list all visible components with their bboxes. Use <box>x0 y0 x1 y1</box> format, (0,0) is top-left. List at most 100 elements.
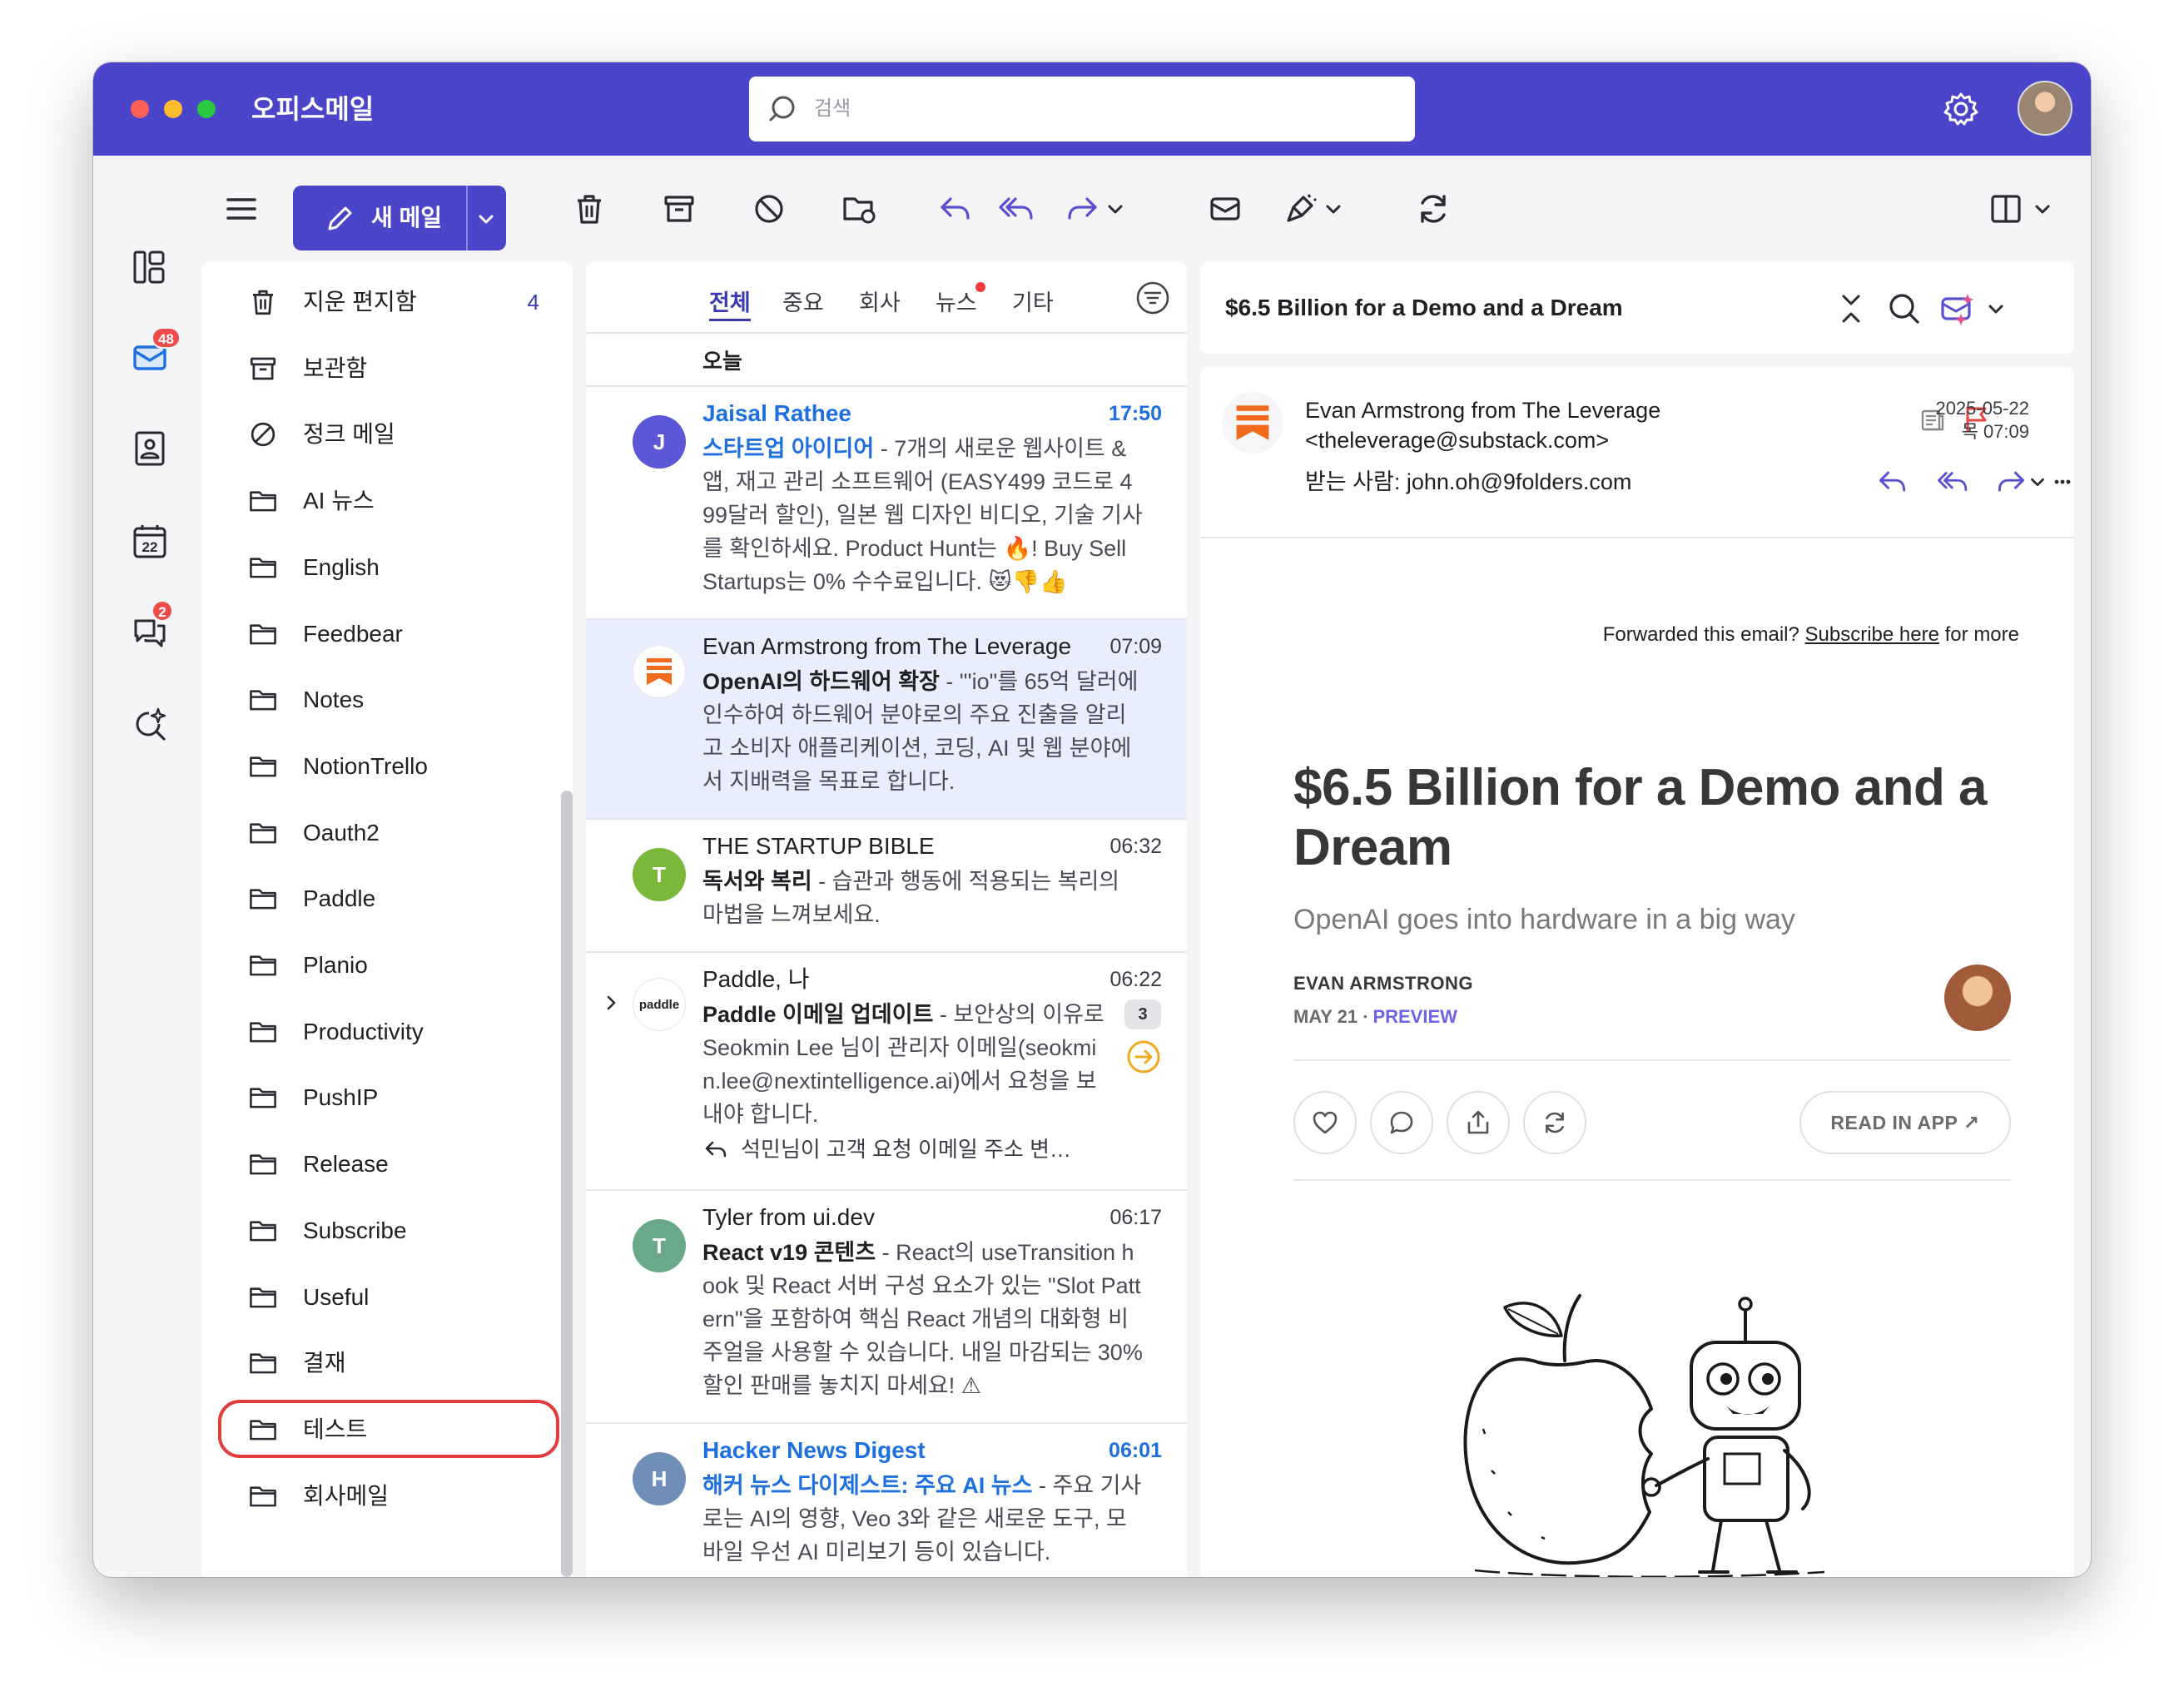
folder-item[interactable]: 지운 편지함 4 <box>218 272 559 330</box>
article-illustration-robot-apple <box>1458 1262 1849 1577</box>
mark-unread-envelope-icon[interactable] <box>1202 186 1248 232</box>
sender-avatar: T <box>633 1219 686 1272</box>
toolbar: 새 메일 <box>93 156 2091 262</box>
minimize-window-button[interactable] <box>164 100 182 118</box>
new-mail-options-chevron-icon[interactable] <box>474 207 498 231</box>
folder-label: 보관함 <box>303 355 368 381</box>
folder-icon <box>248 619 278 649</box>
folder-item[interactable]: 테스트 <box>218 1399 559 1458</box>
mail-row[interactable]: H Hacker News Digest 06:01 해커 뉴스 다이제스트: … <box>586 1424 1187 1577</box>
folder-item[interactable]: 결재 <box>218 1333 559 1391</box>
folder-item[interactable]: Productivity <box>218 1002 559 1060</box>
close-window-button[interactable] <box>131 100 149 118</box>
reply-all-icon[interactable] <box>1936 465 1971 498</box>
read-in-app-button[interactable]: READ IN APP ↗ <box>1799 1091 2011 1154</box>
folder-label: Feedbear <box>303 620 403 647</box>
tab-company[interactable]: 회사 <box>859 287 901 319</box>
ai-assistant-options-chevron-icon[interactable] <box>1981 289 2011 329</box>
folder-label: Subscribe <box>303 1217 407 1243</box>
folder-item[interactable]: 정크 메일 <box>218 404 559 463</box>
mail-sender: Tyler from ui.dev <box>702 1204 875 1230</box>
filter-icon[interactable] <box>1135 280 1170 315</box>
subscribe-link[interactable]: Subscribe here <box>1805 623 1939 646</box>
layout-options-chevron-icon[interactable] <box>2026 186 2059 232</box>
folder-item[interactable]: Useful <box>218 1267 559 1326</box>
mail-time: 06:17 <box>1109 1206 1162 1229</box>
folder-item[interactable]: Notes <box>218 670 559 728</box>
folder-item[interactable]: AI 뉴스 <box>218 471 559 529</box>
find-in-mail-search-icon[interactable] <box>1884 289 1924 329</box>
clean-up-options-chevron-icon[interactable] <box>1317 186 1350 232</box>
mail-preview: 스타트업 아이디어 - 7개의 새로운 웹사이트 & 앱, 재고 관리 소프트웨… <box>702 432 1144 598</box>
forwarded-arrow-icon <box>1126 1039 1161 1074</box>
layout-split-view-icon[interactable] <box>1983 186 2029 232</box>
tab-other[interactable]: 기타 <box>1012 287 1054 319</box>
folder-label: Notes <box>303 687 365 713</box>
mail-preview: 독서와 복리 - 습관과 행동에 적용되는 복리의 마법을 느껴보세요. <box>702 865 1144 931</box>
settings-gear-icon[interactable] <box>1943 91 1979 127</box>
apps-widgets-icon[interactable] <box>127 244 173 290</box>
reply-icon[interactable] <box>932 186 979 232</box>
refresh-sync-icon[interactable] <box>1410 186 1457 232</box>
calendar-icon[interactable]: 22 <box>127 518 173 565</box>
folder-icon <box>248 1083 278 1113</box>
search-input[interactable] <box>814 92 1388 126</box>
folder-pane-scrollbar[interactable] <box>561 791 573 1577</box>
folder-item[interactable]: Subscribe <box>218 1201 559 1259</box>
contacts-icon[interactable] <box>127 425 173 472</box>
day-group-label: 오늘 <box>702 349 742 374</box>
folder-item[interactable]: Release <box>218 1134 559 1193</box>
more-actions-icon[interactable] <box>2054 472 2071 492</box>
new-mail-button[interactable]: 새 메일 <box>293 186 506 250</box>
tab-all[interactable]: 전체 <box>709 287 751 321</box>
mail-thread-row[interactable]: paddle Paddle, 나 06:22 3 Paddle 이메일 업데이트… <box>586 953 1187 1191</box>
forward-icon[interactable] <box>1994 465 2028 498</box>
forward-options-chevron-icon[interactable] <box>1099 186 1132 232</box>
folder-item[interactable]: English <box>218 538 559 596</box>
folder-item[interactable]: NotionTrello <box>218 736 559 795</box>
folder-item[interactable]: 보관함 <box>218 339 559 397</box>
app-title: 오피스메일 <box>251 94 375 124</box>
comment-bubble-icon[interactable] <box>1370 1091 1433 1154</box>
folder-item[interactable]: Planio <box>218 935 559 994</box>
zoom-window-button[interactable] <box>197 100 216 118</box>
user-avatar[interactable] <box>2018 81 2072 136</box>
folder-item[interactable]: Feedbear <box>218 604 559 662</box>
folder-item[interactable]: Oauth2 <box>218 803 559 861</box>
reply-all-icon[interactable] <box>994 186 1040 232</box>
mail-row[interactable]: J Jaisal Rathee 17:50 스타트업 아이디어 - 7개의 새로… <box>586 387 1187 620</box>
chat-messenger-icon[interactable]: 2 <box>127 600 173 655</box>
forward-options-chevron-icon[interactable] <box>2028 472 2048 492</box>
share-upload-icon[interactable] <box>1447 1091 1510 1154</box>
search-box[interactable] <box>749 77 1415 141</box>
mail-app-window: 오피스메일 새 메일 <box>93 62 2091 1577</box>
like-heart-icon[interactable] <box>1293 1091 1357 1154</box>
tab-news[interactable]: 뉴스 <box>936 287 977 319</box>
reader-header: $6.5 Billion for a Demo and a Dream <box>1200 262 2074 354</box>
junk-block-icon[interactable] <box>746 186 792 232</box>
reply-icon[interactable] <box>1876 465 1909 498</box>
collapse-icon[interactable] <box>1831 289 1871 329</box>
mail-row[interactable]: T Tyler from ui.dev 06:17 React v19 콘텐츠 … <box>586 1191 1187 1424</box>
restack-icon[interactable] <box>1523 1091 1586 1154</box>
search-icon <box>766 92 799 126</box>
mail-icon[interactable]: 48 <box>127 327 181 380</box>
article-author[interactable]: EVAN ARMSTRONG <box>1293 971 1473 996</box>
folder-icon <box>248 818 278 848</box>
expand-thread-chevron-icon[interactable] <box>601 993 621 1013</box>
mail-row-selected[interactable]: Evan Armstrong from The Leverage 07:09 O… <box>586 620 1187 820</box>
ai-mail-assistant-icon[interactable] <box>1938 289 1978 329</box>
sender-avatar: H <box>633 1452 686 1505</box>
sender-avatar: J <box>633 415 686 469</box>
ai-search-icon[interactable] <box>127 702 173 748</box>
author-avatar[interactable] <box>1944 965 2011 1031</box>
hamburger-menu-icon[interactable] <box>218 186 265 232</box>
folder-item[interactable]: 회사메일 <box>218 1466 559 1525</box>
mail-row[interactable]: T THE STARTUP BIBLE 06:32 독서와 복리 - 습관과 행… <box>586 820 1187 953</box>
archive-icon[interactable] <box>656 186 702 232</box>
delete-trash-icon[interactable] <box>566 186 613 232</box>
folder-item[interactable]: PushIP <box>218 1068 559 1126</box>
tab-important[interactable]: 중요 <box>782 287 824 319</box>
move-folder-icon[interactable] <box>836 186 882 232</box>
folder-item[interactable]: Paddle <box>218 869 559 927</box>
